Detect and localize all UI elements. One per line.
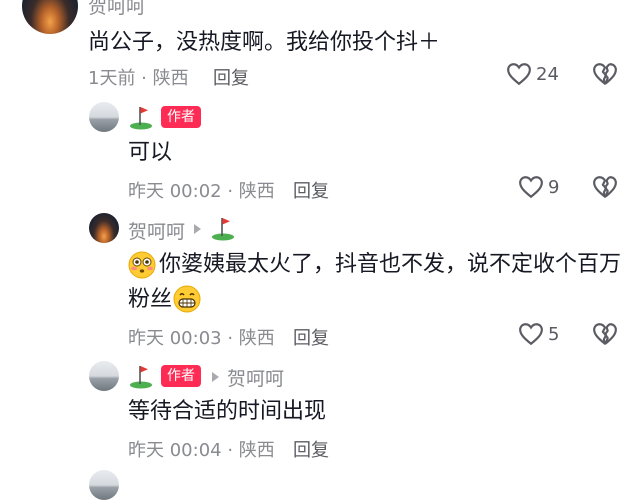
- author-badge: 作者: [161, 106, 201, 128]
- reply-button[interactable]: 回复: [213, 64, 249, 90]
- reply-arrow-icon: [194, 224, 201, 234]
- reply-button[interactable]: 回复: [293, 324, 329, 350]
- like-count: 9: [548, 177, 560, 198]
- broken-heart-icon[interactable]: [592, 62, 618, 86]
- author-badge: 作者: [161, 365, 201, 387]
- broken-heart-icon[interactable]: [592, 322, 618, 346]
- avatar[interactable]: [89, 102, 119, 132]
- reply-arrow-icon: [212, 372, 219, 382]
- comment-meta: 1天前 · 陕西: [88, 68, 189, 89]
- avatar[interactable]: [22, 0, 78, 34]
- golf-flag-emoji: [130, 107, 152, 130]
- heart-outline-icon[interactable]: [518, 175, 544, 199]
- avatar[interactable]: [89, 361, 119, 391]
- avatar[interactable]: [89, 213, 119, 243]
- comment-text-line1: 你婆姨最太火了，抖音也不发，说不定收个百万: [159, 252, 622, 277]
- golf-flag-emoji: [130, 366, 152, 389]
- flushed-face-emoji: [128, 251, 156, 279]
- like-count: 24: [536, 64, 559, 85]
- comment-text: 等待合适的时间出现: [128, 399, 327, 424]
- comment-text: 可以: [128, 140, 173, 165]
- heart-outline-icon[interactable]: [518, 322, 544, 346]
- reply-button[interactable]: 回复: [293, 177, 329, 203]
- comment-text-line2: 粉丝: [128, 287, 173, 312]
- reply-to-username[interactable]: 贺呵呵: [227, 364, 284, 391]
- reply-button[interactable]: 回复: [293, 436, 329, 462]
- comment-meta: 昨天 00:03 · 陕西: [128, 328, 275, 349]
- comment-meta: 昨天 00:04 · 陕西: [128, 440, 275, 461]
- grinning-face-emoji: [173, 285, 201, 313]
- username[interactable]: 贺呵呵: [128, 217, 185, 244]
- heart-outline-icon[interactable]: [506, 62, 532, 86]
- golf-flag-emoji: [212, 218, 234, 241]
- comment-text: 尚公子，没热度啊。我给你投个抖＋: [88, 30, 441, 55]
- broken-heart-icon[interactable]: [592, 175, 618, 199]
- like-count: 5: [548, 324, 560, 345]
- comment-meta: 昨天 00:02 · 陕西: [128, 181, 275, 202]
- username[interactable]: 贺呵呵: [88, 0, 145, 19]
